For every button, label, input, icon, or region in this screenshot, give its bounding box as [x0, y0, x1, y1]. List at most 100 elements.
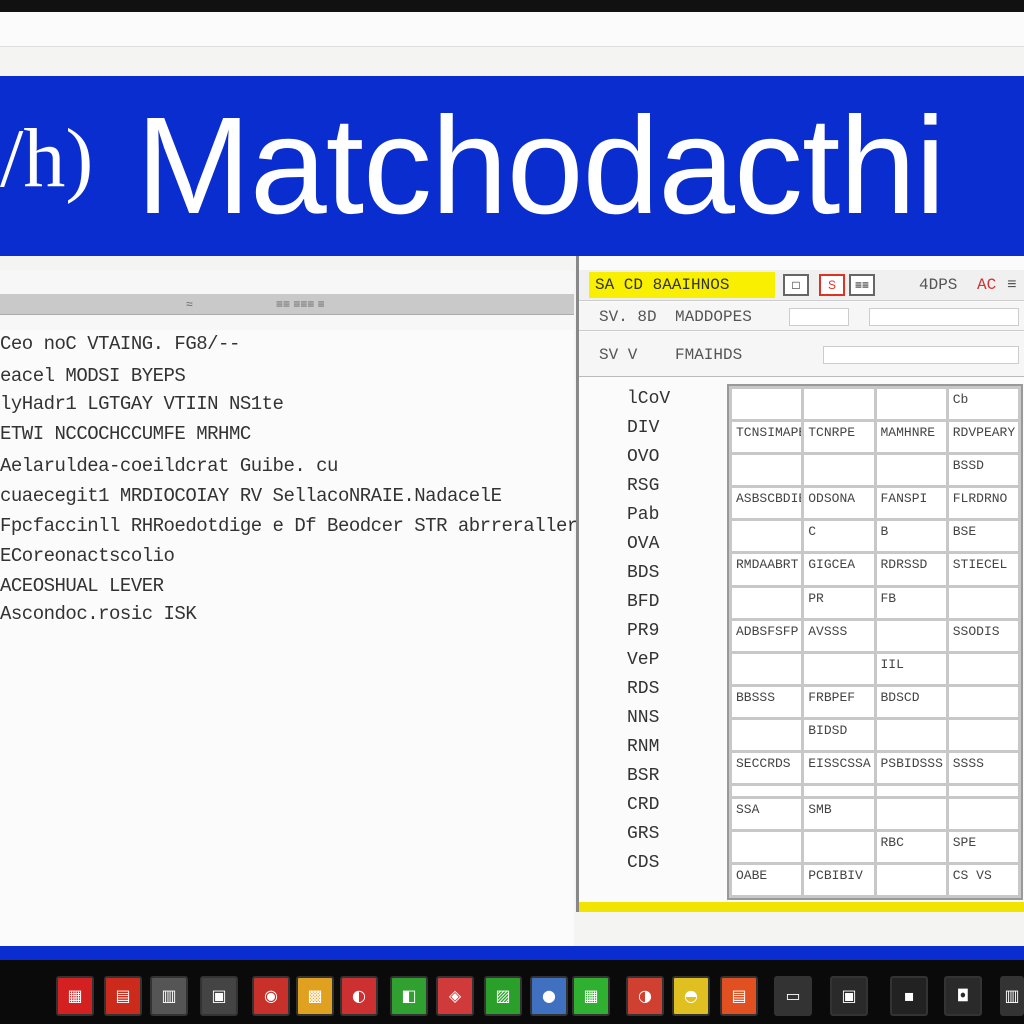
- row-label[interactable]: RSG: [627, 475, 659, 497]
- row-label[interactable]: RDS: [627, 678, 659, 700]
- grid-cell[interactable]: EISSCSSA: [801, 750, 877, 787]
- grid-cell[interactable]: [801, 828, 877, 865]
- grid-cell[interactable]: ODSONA: [801, 485, 877, 522]
- formula-field[interactable]: [789, 308, 849, 326]
- row-label[interactable]: BSR: [627, 765, 659, 787]
- grid-cell[interactable]: RDVPEARY: [945, 419, 1022, 456]
- grid-cell[interactable]: FANSPI: [873, 485, 949, 522]
- toolbar-ruler[interactable]: ≡≡ ≡≡≡ ≡: [276, 294, 325, 314]
- grid-cell[interactable]: PR: [801, 584, 877, 621]
- toolbar-text-4dps[interactable]: 4DPS: [919, 274, 957, 296]
- grid-cell[interactable]: [728, 828, 805, 865]
- grid-cell[interactable]: [801, 452, 877, 489]
- grid-cell[interactable]: STIECEL: [945, 551, 1022, 588]
- formula-input[interactable]: [869, 308, 1019, 326]
- grid-cell[interactable]: SECCRDS: [728, 750, 805, 787]
- grid-cell[interactable]: [801, 385, 877, 423]
- row-label[interactable]: VeP: [627, 649, 659, 671]
- grid-cell[interactable]: BBSSS: [728, 683, 805, 720]
- app8-icon[interactable]: ◧: [390, 976, 428, 1016]
- grid-cell[interactable]: [728, 452, 805, 489]
- toolbar-mark[interactable]: ≈: [186, 294, 193, 314]
- app16-icon[interactable]: ▭: [774, 976, 812, 1016]
- grid-cell[interactable]: [728, 783, 805, 799]
- app2-icon[interactable]: ▤: [104, 976, 142, 1016]
- app7-icon[interactable]: ◐: [340, 976, 378, 1016]
- app12-icon[interactable]: ▦: [572, 976, 610, 1016]
- toolbar-text-ac[interactable]: AC: [977, 274, 996, 296]
- grid-cell[interactable]: BDSCD: [873, 683, 949, 720]
- app17-icon[interactable]: ▣: [830, 976, 868, 1016]
- grid-cell[interactable]: [873, 617, 949, 654]
- app6-icon[interactable]: ▩: [296, 976, 334, 1016]
- app9-icon[interactable]: ◈: [436, 976, 474, 1016]
- grid-cell[interactable]: BSSD: [945, 452, 1022, 489]
- grid-cell[interactable]: ADBSFSFP: [728, 617, 805, 654]
- app1-icon[interactable]: ▦: [56, 976, 94, 1016]
- grid-cell[interactable]: B: [873, 518, 949, 555]
- grid-cell[interactable]: SPE: [945, 828, 1022, 865]
- grid-cell[interactable]: MAMHNRE: [873, 419, 949, 456]
- toolbar-menu-icon[interactable]: ≡: [1007, 274, 1017, 296]
- app15-icon[interactable]: ▤: [720, 976, 758, 1016]
- row-label[interactable]: Pab: [627, 504, 659, 526]
- grid-cell[interactable]: IIL: [873, 650, 949, 687]
- app4-icon[interactable]: ▣: [200, 976, 238, 1016]
- grid-cell[interactable]: PSBIDSSS: [873, 750, 949, 787]
- document-body[interactable]: Ceo noC VTAING. FG8/-- eacel MODSI BYEPS l…: [0, 330, 578, 946]
- grid-cell[interactable]: SSA: [728, 795, 805, 832]
- grid-cell[interactable]: [945, 795, 1022, 832]
- row-label[interactable]: RNM: [627, 736, 659, 758]
- toolbar-grid-button[interactable]: ≡≡: [849, 274, 875, 296]
- grid-cell[interactable]: [945, 783, 1022, 799]
- app3-icon[interactable]: ▥: [150, 976, 188, 1016]
- grid-cell[interactable]: AVSSS: [801, 617, 877, 654]
- app20-icon[interactable]: ▥: [1000, 976, 1024, 1016]
- grid-cell[interactable]: [945, 683, 1022, 720]
- app14-icon[interactable]: ◓: [672, 976, 710, 1016]
- row-label[interactable]: CRD: [627, 794, 659, 816]
- grid-cell[interactable]: [873, 861, 949, 899]
- grid-cell[interactable]: FRBPEF: [801, 683, 877, 720]
- grid-cell[interactable]: OABE: [728, 861, 805, 899]
- grid-cell[interactable]: [873, 795, 949, 832]
- grid-cell[interactable]: [728, 650, 805, 687]
- grid-cell[interactable]: RMDAABRT: [728, 551, 805, 588]
- grid-cell[interactable]: [728, 584, 805, 621]
- grid-cell[interactable]: C: [801, 518, 877, 555]
- row-label[interactable]: DIV: [627, 417, 659, 439]
- grid-cell[interactable]: [728, 518, 805, 555]
- grid-cell[interactable]: CS VS: [945, 861, 1022, 899]
- grid-cell[interactable]: PCBIBIV: [801, 861, 877, 899]
- grid-cell[interactable]: SSODIS: [945, 617, 1022, 654]
- grid-cell[interactable]: TCNSIMAPEA: [728, 419, 805, 456]
- grid-cell[interactable]: [873, 385, 949, 423]
- row-label[interactable]: BDS: [627, 562, 659, 584]
- app19-icon[interactable]: ◘: [944, 976, 982, 1016]
- toolbar-box-button[interactable]: □: [783, 274, 809, 296]
- grid-cell[interactable]: [801, 783, 877, 799]
- grid-cell[interactable]: [801, 650, 877, 687]
- grid-cell[interactable]: ASBSCBDIED: [728, 485, 805, 522]
- grid-cell[interactable]: BIDSD: [801, 716, 877, 754]
- row-label[interactable]: GRS: [627, 823, 659, 845]
- spreadsheet-grid[interactable]: Cb TCNSIMAPEATCNRPEMAMHNRERDVPEARYBSSD ASB…: [727, 384, 1023, 900]
- grid-cell[interactable]: [873, 716, 949, 754]
- grid-cell[interactable]: Cb: [945, 385, 1022, 423]
- grid-cell[interactable]: TCNRPE: [801, 419, 877, 456]
- grid-cell[interactable]: [728, 385, 805, 423]
- grid-cell[interactable]: RDRSSD: [873, 551, 949, 588]
- grid-cell[interactable]: [873, 452, 949, 489]
- grid-cell[interactable]: [945, 716, 1022, 754]
- grid-cell[interactable]: SSSS: [945, 750, 1022, 787]
- row-label[interactable]: PR9: [627, 620, 659, 642]
- grid-cell[interactable]: [873, 783, 949, 799]
- grid-cell[interactable]: FB: [873, 584, 949, 621]
- grid-cell[interactable]: [945, 584, 1022, 621]
- row-label[interactable]: CDS: [627, 852, 659, 874]
- row-label[interactable]: lCoV: [627, 388, 670, 410]
- grid-cell[interactable]: [945, 650, 1022, 687]
- formula-text[interactable]: MADDOPES: [675, 306, 752, 328]
- row-label[interactable]: BFD: [627, 591, 659, 613]
- app11-icon[interactable]: ●: [530, 976, 568, 1016]
